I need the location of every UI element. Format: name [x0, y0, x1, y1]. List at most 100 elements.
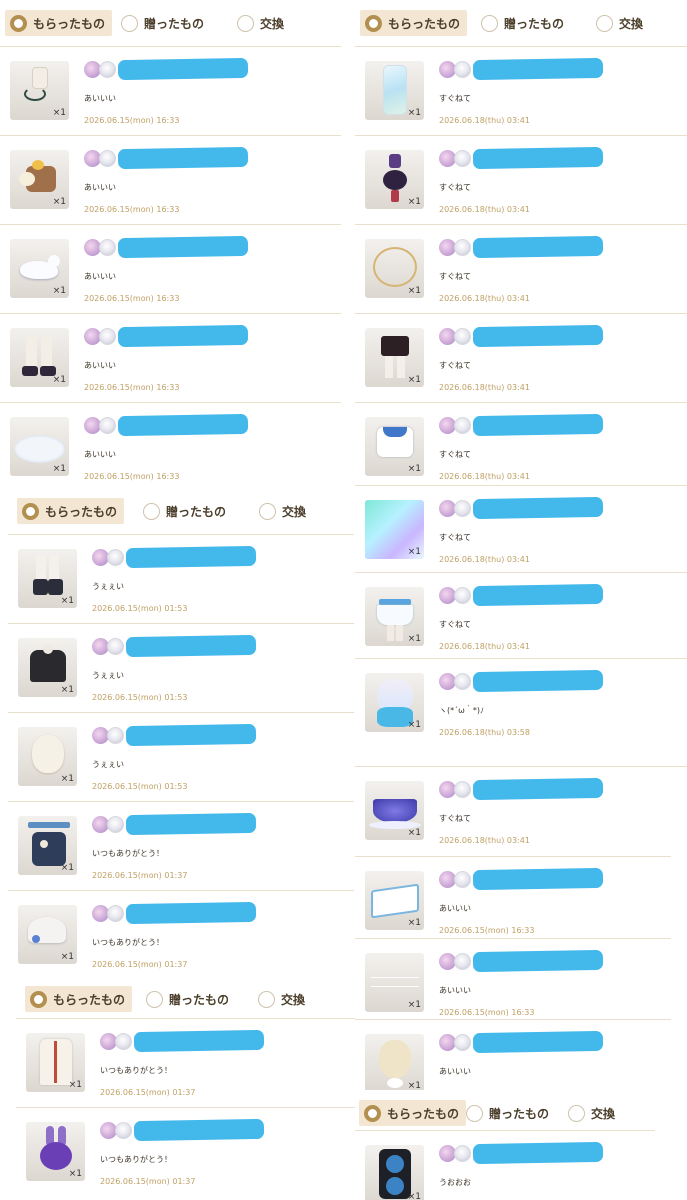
- radio-selected-icon[interactable]: [10, 14, 27, 32]
- tab-received[interactable]: もらったもの: [5, 10, 113, 36]
- radio-unselected-icon[interactable]: [568, 1104, 585, 1122]
- tab-exchange[interactable]: 交換: [591, 10, 643, 36]
- gift-list-item[interactable]: ×1あいいい2026.06.15(mon) 16:33: [355, 938, 671, 1027]
- item-quantity: ×1: [407, 918, 421, 928]
- radio-unselected-icon[interactable]: [481, 14, 498, 32]
- item-thumbnail[interactable]: ×1: [365, 328, 424, 387]
- item-thumbnail[interactable]: ×1: [365, 1034, 424, 1093]
- radio-unselected-icon[interactable]: [259, 502, 276, 520]
- gift-list-item[interactable]: ×1 うぇぇい 2026.06.15(mon) 01:53: [8, 534, 354, 623]
- gift-list-item[interactable]: ×1あいいい2026.06.15(mon) 16:33: [355, 856, 671, 945]
- gift-list-item[interactable]: ×1 いつもありがとう！ 2026.06.15(mon) 01:37: [8, 890, 354, 976]
- item-thumbnail[interactable]: ×1: [18, 549, 77, 608]
- redacted-username: [472, 669, 604, 693]
- item-thumbnail[interactable]: ×1: [18, 816, 77, 875]
- sender-badge-icon: [454, 1034, 471, 1051]
- gift-list-item[interactable]: ×1あいいい2026.06.15(mon) 16:33: [0, 313, 341, 402]
- gift-list-item[interactable]: ×1 すぐねて 2026.06.18(thu) 03:41: [355, 46, 687, 135]
- item-thumbnail[interactable]: ×1: [18, 638, 77, 697]
- gift-list-item[interactable]: ×1 すぐねて 2026.06.18(thu) 03:41: [355, 224, 687, 313]
- radio-unselected-icon[interactable]: [146, 990, 163, 1008]
- item-thumbnail[interactable]: ×1: [26, 1033, 85, 1092]
- gift-list-item[interactable]: ×1 すぐねて 2026.06.18(thu) 03:41: [355, 485, 687, 574]
- item-thumbnail[interactable]: ×1: [365, 781, 424, 840]
- tab-label: もらったもの: [53, 992, 126, 1007]
- gift-list-item[interactable]: ×1 うぇぇい 2026.06.15(mon) 01:53: [8, 712, 354, 801]
- gift-list-item[interactable]: ×1あいいい2026.06.15(mon) 16:33: [0, 224, 341, 313]
- tab-exchange[interactable]: 交換: [254, 498, 306, 524]
- tab-sent[interactable]: 贈ったもの: [141, 986, 229, 1012]
- item-thumbnail[interactable]: ×1: [365, 953, 424, 1012]
- gift-message: いつもありがとう！: [100, 1155, 172, 1164]
- radio-selected-icon[interactable]: [30, 990, 47, 1008]
- item-thumbnail[interactable]: ×1: [365, 871, 424, 930]
- item-thumbnail[interactable]: ×1: [365, 239, 424, 298]
- radio-selected-icon[interactable]: [364, 1104, 381, 1122]
- gift-list-item[interactable]: ×1あいいい2026.06.15(mon) 16:33: [0, 135, 341, 224]
- item-thumbnail[interactable]: ×1: [18, 905, 77, 964]
- gift-list-item[interactable]: ×1 すぐねて 2026.06.18(thu) 03:41: [355, 572, 687, 661]
- item-thumbnail[interactable]: ×1: [365, 150, 424, 209]
- radio-unselected-icon[interactable]: [121, 14, 138, 32]
- radio-unselected-icon[interactable]: [143, 502, 160, 520]
- radio-unselected-icon[interactable]: [258, 990, 275, 1008]
- item-quantity: ×1: [60, 863, 74, 873]
- item-thumbnail[interactable]: ×1: [10, 239, 69, 298]
- gift-list-item[interactable]: ×1 すぐねて 2026.06.18(thu) 03:41: [355, 313, 687, 402]
- gift-list-item[interactable]: ×1 うぇぇい 2026.06.15(mon) 01:53: [8, 623, 354, 712]
- item-thumbnail[interactable]: ×1: [10, 417, 69, 476]
- tab-received[interactable]: もらったもの: [25, 986, 133, 1012]
- gift-list-item[interactable]: ×1あいいい2026.06.15(mon) 16:33: [0, 46, 341, 135]
- item-thumbnail[interactable]: ×1: [10, 61, 69, 120]
- item-thumbnail[interactable]: ×1: [365, 673, 424, 732]
- gift-list-item[interactable]: ×1 すぐねて 2026.06.18(thu) 03:41: [355, 402, 687, 491]
- tab-exchange[interactable]: 交換: [563, 1100, 615, 1126]
- gift-list-item[interactable]: ×1うおおお2026.06.18(thu) 12:29: [355, 1130, 655, 1200]
- gift-message: すぐねて: [439, 814, 471, 823]
- radio-unselected-icon[interactable]: [466, 1104, 483, 1122]
- tab-received[interactable]: もらったもの: [360, 10, 468, 36]
- gift-list-item[interactable]: ×1 すぐねて 2026.06.18(thu) 03:41: [355, 766, 687, 855]
- item-thumbnail[interactable]: ×1: [365, 500, 424, 559]
- tab-label: 贈ったもの: [169, 992, 230, 1007]
- radio-selected-icon[interactable]: [365, 14, 382, 32]
- sender-badge-icon: [99, 61, 116, 78]
- gift-message: あいいい: [439, 1067, 471, 1076]
- gift-message: うぇぇい: [92, 582, 124, 591]
- tab-sent[interactable]: 贈ったもの: [116, 10, 204, 36]
- gift-list-item[interactable]: ×1あいいい2026.06.15(mon) 16:33: [0, 402, 341, 488]
- tab-exchange[interactable]: 交換: [253, 986, 305, 1012]
- tab-sent[interactable]: 贈ったもの: [461, 1100, 549, 1126]
- gift-list-item[interactable]: ×1 いつもありがとう！ 2026.06.15(mon) 01:37: [8, 801, 354, 890]
- tab-label: 交換: [281, 992, 306, 1007]
- tab-received[interactable]: もらったもの: [359, 1100, 467, 1126]
- gift-list-item[interactable]: ×1 すぐねて 2026.06.18(thu) 03:41: [355, 135, 687, 224]
- item-thumbnail[interactable]: ×1: [26, 1122, 85, 1181]
- tab-sent[interactable]: 贈ったもの: [476, 10, 564, 36]
- gift-list-item[interactable]: ×1 ヽ(*´ω｀*)ﾉ 2026.06.18(thu) 03:58: [355, 658, 687, 747]
- item-thumbnail[interactable]: ×1: [365, 587, 424, 646]
- tab-received[interactable]: もらったもの: [17, 498, 125, 524]
- radio-unselected-icon[interactable]: [237, 14, 254, 32]
- item-thumbnail[interactable]: ×1: [365, 61, 424, 120]
- item-quantity: ×1: [407, 286, 421, 296]
- gift-list-item[interactable]: ×1 いつもありがとう！ 2026.06.15(mon) 01:37: [16, 1018, 356, 1107]
- radio-selected-icon[interactable]: [22, 502, 39, 520]
- item-quantity: ×1: [68, 1169, 82, 1179]
- tab-label: 贈ったもの: [504, 16, 565, 31]
- gift-history-panel: もらったもの贈ったもの交換 ×1うおおお2026.06.18(thu) 12:29: [355, 1090, 655, 1200]
- sender-badge-icon: [107, 638, 124, 655]
- sender-badge-icon: [107, 816, 124, 833]
- tab-exchange[interactable]: 交換: [232, 10, 284, 36]
- redacted-username: [472, 949, 604, 973]
- tab-label: もらったもの: [388, 16, 461, 31]
- gift-list-item[interactable]: ×1 いつもありがとう！ 2026.06.15(mon) 01:37: [16, 1107, 356, 1196]
- item-thumbnail[interactable]: ×1: [365, 417, 424, 476]
- item-thumbnail[interactable]: ×1: [18, 727, 77, 786]
- radio-unselected-icon[interactable]: [596, 14, 613, 32]
- tab-sent[interactable]: 贈ったもの: [138, 498, 226, 524]
- item-thumbnail[interactable]: ×1: [10, 150, 69, 209]
- item-thumbnail[interactable]: ×1: [365, 1145, 424, 1200]
- gift-list-item[interactable]: ×1あいいい2026.06.15(mon) 16:33: [355, 1019, 671, 1098]
- item-thumbnail[interactable]: ×1: [10, 328, 69, 387]
